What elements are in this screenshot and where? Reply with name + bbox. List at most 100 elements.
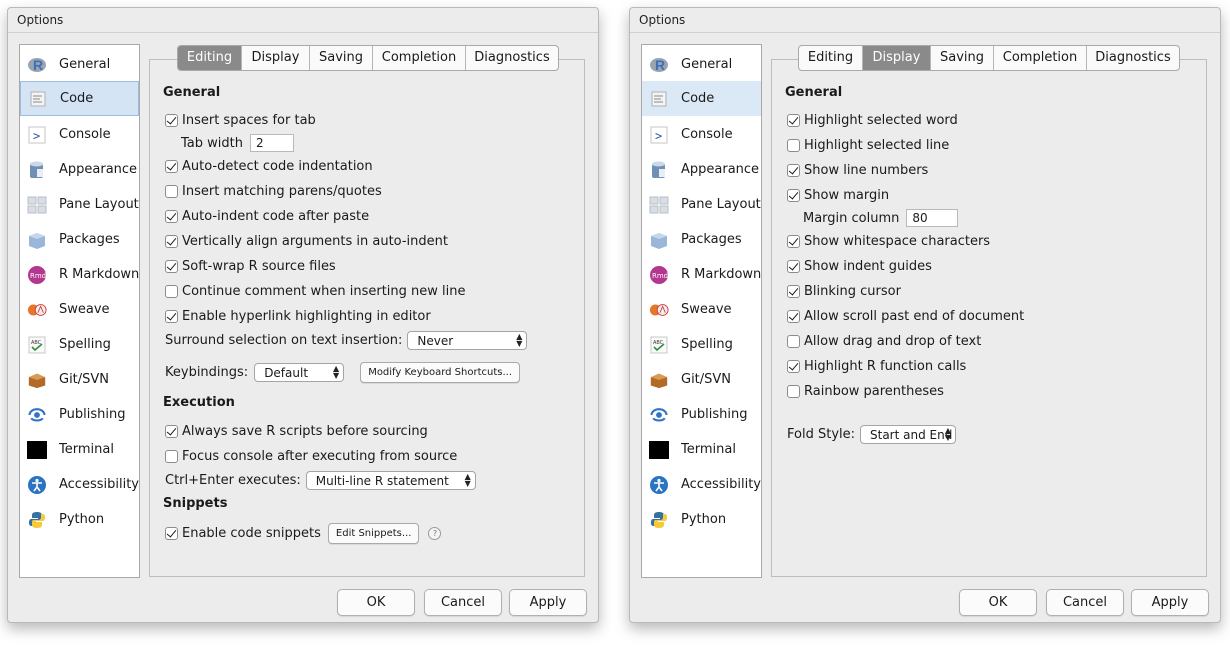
sidebar-item-console[interactable]: > Console (642, 117, 761, 152)
scroll-past-option[interactable]: Allow scroll past end of document (787, 307, 1024, 325)
checkbox[interactable] (165, 284, 178, 298)
modify-keyboard-shortcuts-button[interactable]: Modify Keyboard Shortcuts... (360, 361, 521, 383)
auto-indent-option[interactable]: Auto-indent code after paste (165, 207, 369, 225)
checkbox[interactable] (787, 188, 800, 202)
sidebar-item-label: General (681, 57, 733, 72)
sidebar-item-git-svn[interactable]: Git/SVN (20, 362, 139, 397)
sidebar-item-git-svn[interactable]: Git/SVN (642, 362, 761, 397)
insert-spaces-option[interactable]: Insert spaces for tab (165, 111, 316, 129)
tab-completion[interactable]: Completion (373, 46, 466, 70)
sidebar-item-publishing[interactable]: Publishing (20, 397, 139, 432)
publishing-icon (27, 405, 47, 425)
checkbox[interactable] (165, 309, 178, 323)
sidebar-item-packages[interactable]: Packages (642, 222, 761, 257)
whitespace-option[interactable]: Show whitespace characters (787, 232, 990, 250)
checkbox[interactable] (787, 384, 800, 398)
sidebar-item-python[interactable]: Python (642, 502, 761, 537)
checkbox[interactable] (165, 526, 178, 540)
sidebar-item-code[interactable]: Code (642, 81, 761, 116)
sidebar-item-console[interactable]: > Console (20, 117, 139, 152)
sidebar-item-general[interactable]: R General (20, 47, 139, 82)
margin-column-input[interactable]: 80 (906, 209, 959, 227)
indent-guides-option[interactable]: Show indent guides (787, 257, 932, 275)
tab-diagnostics[interactable]: Diagnostics (466, 46, 558, 70)
sidebar-item-r-markdown[interactable]: Rmd R Markdown (20, 257, 139, 292)
matching-parens-option[interactable]: Insert matching parens/quotes (165, 182, 382, 200)
surround-select[interactable]: Never ▲ ▼ (407, 330, 528, 350)
continue-comment-option[interactable]: Continue comment when inserting new line (165, 282, 466, 300)
checkbox[interactable] (165, 449, 178, 463)
checkbox[interactable] (787, 359, 800, 373)
checkbox[interactable] (787, 334, 800, 348)
tab-display[interactable]: Display (242, 46, 310, 70)
edit-snippets-button[interactable]: Edit Snippets... (327, 522, 420, 544)
checkbox[interactable] (165, 424, 178, 438)
tab-saving[interactable]: Saving (310, 46, 373, 70)
checkbox[interactable] (787, 309, 800, 323)
sidebar-item-pane-layout[interactable]: Pane Layout (642, 187, 761, 222)
checkbox[interactable] (787, 163, 800, 177)
sidebar-item-r-markdown[interactable]: Rmd R Markdown (642, 257, 761, 292)
fold-style-select[interactable]: Start and End ▲ ▼ (860, 424, 956, 444)
checkbox[interactable] (165, 259, 178, 273)
sidebar-item-general[interactable]: R General (642, 47, 761, 82)
line-numbers-option[interactable]: Show line numbers (787, 161, 928, 179)
soft-wrap-option[interactable]: Soft-wrap R source files (165, 257, 336, 275)
sidebar-item-pane-layout[interactable]: Pane Layout (20, 187, 139, 222)
checkbox[interactable] (165, 113, 178, 127)
sidebar-item-terminal[interactable]: Terminal (642, 432, 761, 467)
sidebar-item-accessibility[interactable]: Accessibility (20, 467, 139, 502)
console-icon: > (27, 125, 47, 145)
highlight-word-option[interactable]: Highlight selected word (787, 111, 958, 129)
sidebar-item-terminal[interactable]: Terminal (20, 432, 139, 467)
always-save-option[interactable]: Always save R scripts before sourcing (165, 422, 428, 440)
checkbox[interactable] (165, 184, 178, 198)
checkbox[interactable] (165, 209, 178, 223)
tab-diagnostics[interactable]: Diagnostics (1087, 46, 1179, 70)
checkbox[interactable] (787, 138, 800, 152)
tab-display[interactable]: Display (863, 46, 931, 70)
sidebar-item-publishing[interactable]: Publishing (642, 397, 761, 432)
ok-button[interactable]: OK (959, 589, 1037, 616)
sidebar-item-python[interactable]: Python (20, 502, 139, 537)
blinking-cursor-option[interactable]: Blinking cursor (787, 282, 901, 300)
ctrl-enter-select[interactable]: Multi-line R statement ▲ ▼ (305, 470, 476, 490)
auto-detect-option[interactable]: Auto-detect code indentation (165, 157, 373, 175)
ok-button[interactable]: OK (337, 589, 415, 616)
highlight-line-option[interactable]: Highlight selected line (787, 136, 949, 154)
vertical-align-option[interactable]: Vertically align arguments in auto-inden… (165, 232, 448, 250)
apply-button[interactable]: Apply (509, 589, 587, 616)
tab-width-input[interactable]: 2 (249, 134, 294, 152)
tab-completion[interactable]: Completion (994, 46, 1087, 70)
tab-editing[interactable]: Editing (799, 46, 863, 70)
sidebar-item-sweave[interactable]: Sweave (20, 292, 139, 327)
sidebar-item-code[interactable]: Code (20, 81, 139, 116)
sidebar-item-spelling[interactable]: ABC Spelling (20, 327, 139, 362)
checkbox[interactable] (165, 159, 178, 173)
sidebar-item-accessibility[interactable]: Accessibility (642, 467, 761, 502)
checkbox[interactable] (165, 234, 178, 248)
cancel-button[interactable]: Cancel (1046, 589, 1124, 616)
keybindings-select[interactable]: Default ▲ ▼ (254, 362, 345, 382)
focus-console-option[interactable]: Focus console after executing from sourc… (165, 447, 457, 465)
sidebar-item-packages[interactable]: Packages (20, 222, 139, 257)
rainbow-option[interactable]: Rainbow parentheses (787, 382, 944, 400)
show-margin-option[interactable]: Show margin (787, 186, 889, 204)
sidebar-item-spelling[interactable]: ABC Spelling (642, 327, 761, 362)
drag-drop-option[interactable]: Allow drag and drop of text (787, 332, 981, 350)
tab-editing[interactable]: Editing (178, 46, 242, 70)
apply-button[interactable]: Apply (1131, 589, 1209, 616)
tab-saving[interactable]: Saving (931, 46, 994, 70)
sidebar-item-appearance[interactable]: Appearance (20, 152, 139, 187)
fold-style-row: Fold Style: Start and End ▲ ▼ (787, 424, 956, 444)
cancel-button[interactable]: Cancel (424, 589, 502, 616)
checkbox[interactable] (787, 113, 800, 127)
sidebar-item-sweave[interactable]: Sweave (642, 292, 761, 327)
checkbox[interactable] (787, 234, 800, 248)
hyperlink-option[interactable]: Enable hyperlink highlighting in editor (165, 307, 431, 325)
sidebar-item-appearance[interactable]: Appearance (642, 152, 761, 187)
highlight-r-option[interactable]: Highlight R function calls (787, 357, 966, 375)
checkbox[interactable] (787, 259, 800, 273)
checkbox[interactable] (787, 284, 800, 298)
help-icon[interactable]: ? (428, 526, 442, 540)
